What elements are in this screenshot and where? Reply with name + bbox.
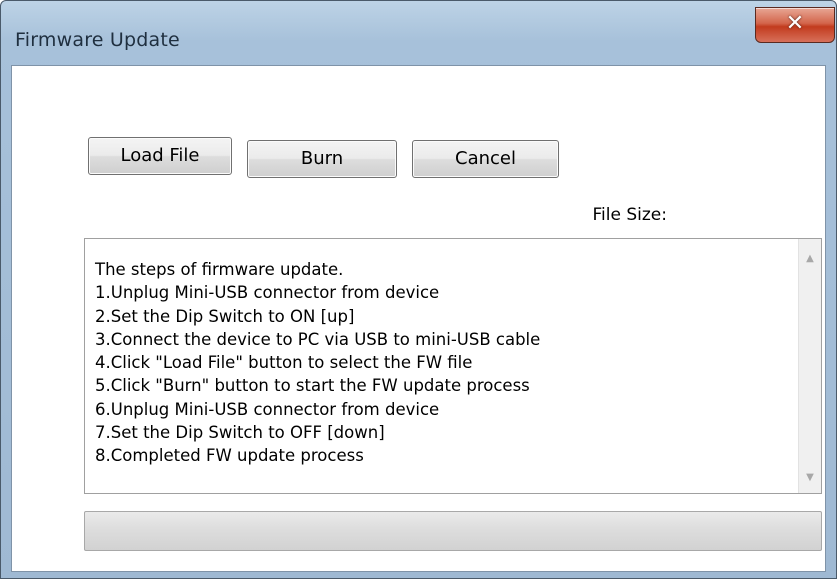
instructions-textbox[interactable]: The steps of firmware update. 1.Unplug M…	[84, 238, 822, 494]
log-line: 3.Connect the device to PC via USB to mi…	[95, 329, 541, 349]
close-button[interactable]: ✕	[755, 7, 835, 43]
log-line: 1.Unplug Mini-USB connector from device	[95, 283, 440, 303]
log-line: 8.Completed FW update process	[95, 446, 364, 466]
log-line: 6.Unplug Mini-USB connector from device	[95, 399, 440, 419]
scroll-up-arrow-icon[interactable]: ▲	[799, 253, 821, 264]
log-line: 7.Set the Dip Switch to OFF [down]	[95, 423, 385, 443]
instructions-text: The steps of firmware update. 1.Unplug M…	[95, 258, 745, 468]
dialog-body: Load File Burn Cancel File Size: The ste…	[11, 65, 826, 572]
close-icon: ✕	[785, 11, 805, 36]
log-line: The steps of firmware update.	[95, 260, 344, 279]
log-line: 2.Set the Dip Switch to ON [up]	[95, 306, 355, 326]
window-title: Firmware Update	[15, 29, 180, 51]
firmware-update-window: Firmware Update ✕ Load File Burn Cancel …	[0, 0, 837, 579]
progress-bar	[84, 511, 822, 551]
log-line: 4.Click "Load File" button to select the…	[95, 353, 473, 373]
load-file-button[interactable]: Load File	[88, 137, 232, 175]
burn-button[interactable]: Burn	[247, 140, 397, 178]
title-bar[interactable]: Firmware Update ✕	[1, 1, 836, 65]
scroll-down-arrow-icon[interactable]: ▼	[799, 472, 821, 483]
cancel-button[interactable]: Cancel	[412, 140, 559, 178]
vertical-scrollbar[interactable]: ▲ ▼	[798, 239, 821, 493]
log-line: 5.Click "Burn" button to start the FW up…	[95, 376, 530, 396]
file-size-label: File Size:	[592, 205, 667, 225]
